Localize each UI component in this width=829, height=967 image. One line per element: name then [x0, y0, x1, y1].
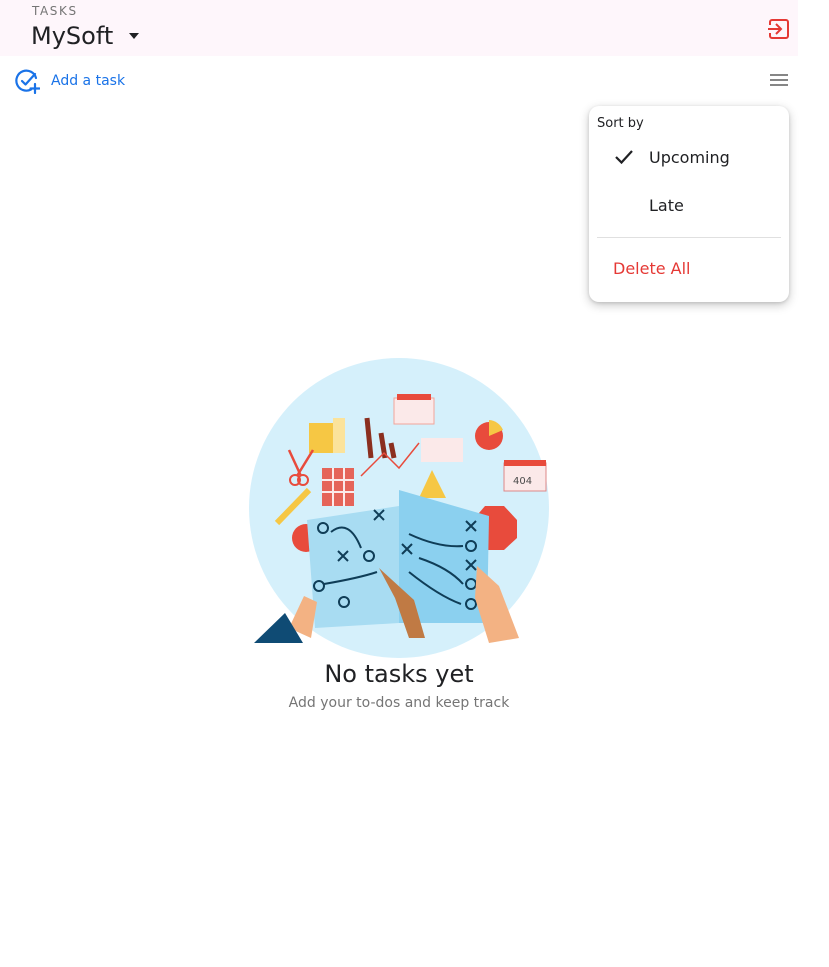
- exit-icon[interactable]: [766, 16, 792, 42]
- task-list-name: MySoft: [31, 22, 114, 50]
- menu-divider: [597, 237, 781, 238]
- app-header: TASKS MySoft: [0, 0, 798, 56]
- check-icon: [615, 150, 633, 165]
- sort-option-label: Upcoming: [649, 147, 730, 167]
- empty-state: 404 No tasks yet Add your to-dos and kee…: [0, 356, 798, 726]
- sort-menu: Sort by Upcoming Late Delete All: [589, 106, 789, 302]
- task-list-selector[interactable]: MySoft: [31, 22, 141, 50]
- sort-menu-heading: Sort by: [597, 116, 644, 131]
- delete-all-button[interactable]: Delete All: [613, 259, 691, 278]
- menu-icon[interactable]: [766, 68, 792, 94]
- add-task-label: Add a task: [51, 73, 126, 89]
- task-toolbar: Add a task: [0, 56, 798, 104]
- planning-board-illustration: 404: [249, 358, 549, 658]
- sort-option-late[interactable]: Late: [589, 185, 789, 225]
- sort-option-upcoming[interactable]: Upcoming: [589, 137, 789, 177]
- sort-option-label: Late: [649, 195, 684, 215]
- app-subtitle: TASKS: [32, 4, 78, 18]
- add-task-button[interactable]: Add a task: [14, 68, 125, 94]
- caret-down-icon: [129, 33, 140, 39]
- svg-text:404: 404: [513, 476, 532, 487]
- add-task-icon: [15, 69, 40, 94]
- empty-state-title: No tasks yet: [324, 660, 474, 688]
- empty-state-subtitle: Add your to-dos and keep track: [288, 695, 510, 711]
